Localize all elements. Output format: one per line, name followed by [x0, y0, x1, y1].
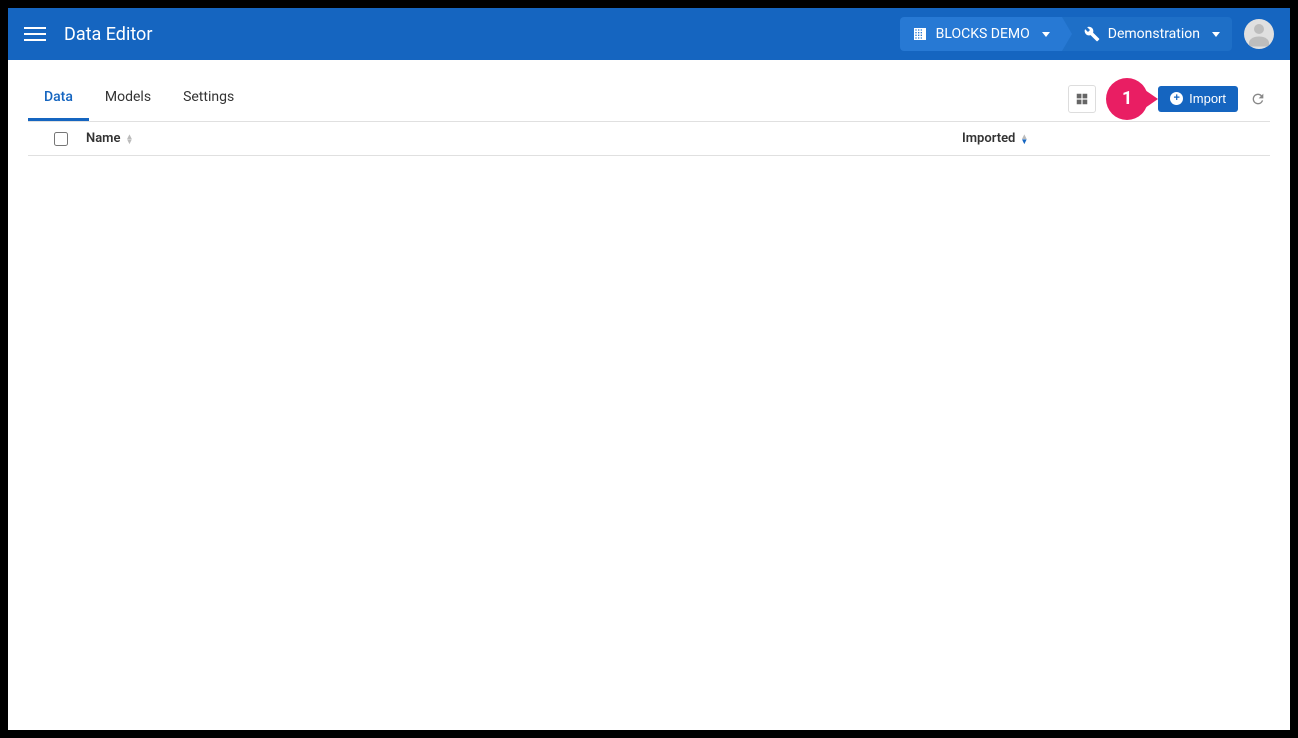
- toolbar: Data Models Settings 1 + Import: [28, 76, 1270, 122]
- breadcrumb-project[interactable]: BLOCKS DEMO: [900, 17, 1062, 51]
- column-header-name[interactable]: Name ▲▼: [86, 131, 962, 146]
- annotation-number: 1: [1106, 78, 1148, 120]
- breadcrumb: BLOCKS DEMO Demonstration: [900, 17, 1232, 51]
- grid-view-button[interactable]: [1068, 85, 1096, 113]
- annotation-badge: 1: [1104, 76, 1150, 122]
- select-all-checkbox[interactable]: [54, 132, 68, 146]
- user-icon: [1244, 19, 1274, 49]
- tab-settings[interactable]: Settings: [167, 76, 250, 121]
- building-icon: [912, 26, 928, 42]
- tab-models[interactable]: Models: [89, 76, 167, 121]
- refresh-button[interactable]: [1246, 87, 1270, 111]
- breadcrumb-project-label: BLOCKS DEMO: [936, 26, 1030, 42]
- import-button[interactable]: + Import: [1158, 86, 1238, 112]
- breadcrumb-environment[interactable]: Demonstration: [1062, 17, 1232, 51]
- hamburger-menu-icon[interactable]: [24, 23, 46, 45]
- grid-icon: [1075, 92, 1089, 106]
- column-header-imported[interactable]: Imported ▲▼: [962, 131, 1262, 146]
- toolbar-actions: 1 + Import: [1068, 76, 1270, 122]
- main-content: Data Models Settings 1 + Import: [8, 60, 1290, 730]
- column-name-label: Name: [86, 131, 120, 146]
- column-imported-label: Imported: [962, 131, 1015, 146]
- wrench-icon: [1084, 26, 1100, 42]
- user-avatar[interactable]: [1244, 19, 1274, 49]
- breadcrumb-environment-label: Demonstration: [1108, 26, 1200, 42]
- table-header: Name ▲▼ Imported ▲▼: [28, 122, 1270, 156]
- app-title: Data Editor: [64, 24, 900, 45]
- tab-list: Data Models Settings: [28, 76, 250, 121]
- import-button-label: Import: [1189, 91, 1226, 106]
- chevron-down-icon: [1042, 32, 1050, 37]
- sort-icon: ▲▼: [125, 134, 133, 144]
- app-header: Data Editor BLOCKS DEMO Demonstration: [8, 8, 1290, 60]
- sort-icon: ▲▼: [1020, 134, 1028, 144]
- tab-data[interactable]: Data: [28, 76, 89, 121]
- refresh-icon: [1250, 91, 1266, 107]
- app-window: Data Editor BLOCKS DEMO Demonstration Da…: [8, 8, 1290, 730]
- chevron-down-icon: [1212, 32, 1220, 37]
- column-header-select-all[interactable]: [36, 132, 86, 146]
- plus-circle-icon: +: [1170, 92, 1183, 105]
